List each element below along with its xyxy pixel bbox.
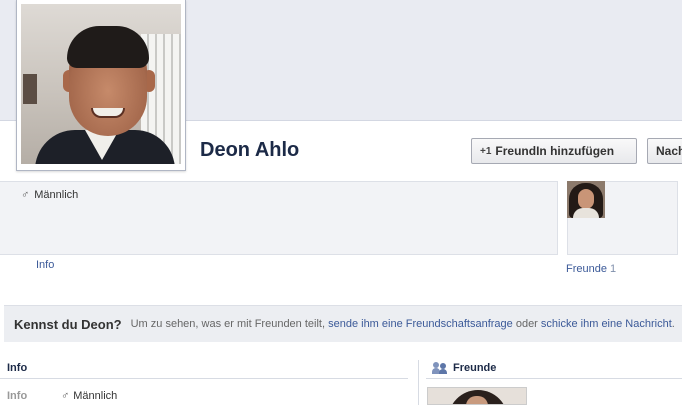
column-divider [418,360,419,405]
add-friend-icon: +1 [480,145,492,157]
tab-info[interactable]: Info [36,259,54,271]
know-banner-title: Kennst du Deon? [14,316,122,332]
friend-photo[interactable] [427,387,527,405]
friends-count: 1 [609,263,617,275]
info-row-gender: Männlich [73,390,118,402]
info-section-heading: Info [7,362,28,374]
know-banner-period: . [671,318,675,330]
friend-request-link[interactable]: sende ihm eine Freundschaftsanfrage [328,318,513,330]
friends-section-label: Freunde [453,362,497,374]
add-friend-button[interactable]: +1 FreundIn hinzufügen [471,138,637,164]
know-banner: Kennst du Deon? Um zu sehen, was er mit … [4,305,682,342]
info-section-divider [0,378,408,379]
male-icon: ♂ [61,390,70,402]
send-message-link[interactable]: schicke ihm eine Nachricht [541,318,672,330]
know-banner-text: Um zu sehen, was er mit Freunden teilt, [130,318,326,330]
know-banner-or: oder [515,318,538,330]
profile-picture[interactable] [16,0,186,171]
profile-photo [21,4,181,164]
gender-label: Männlich [34,189,79,201]
tab-friends[interactable]: Freunde 1 [566,263,616,275]
friends-section-divider [426,378,682,379]
send-message-button[interactable]: Nachricht [647,138,682,164]
friend-thumbnail[interactable] [567,181,605,218]
profile-name: Deon Ahlo [200,139,300,161]
send-message-label: Nachricht [656,144,682,158]
male-icon: ♂ [21,189,30,201]
info-row-label: Info [7,390,28,402]
info-box [0,181,558,255]
friends-icon [432,362,448,374]
friends-section-heading[interactable]: Freunde [432,362,496,374]
gender-row: ♂ Männlich [21,189,78,201]
tab-friends-label: Freunde [566,263,607,275]
add-friend-label: FreundIn hinzufügen [495,144,615,158]
info-row-value: ♂ Männlich [61,390,117,402]
